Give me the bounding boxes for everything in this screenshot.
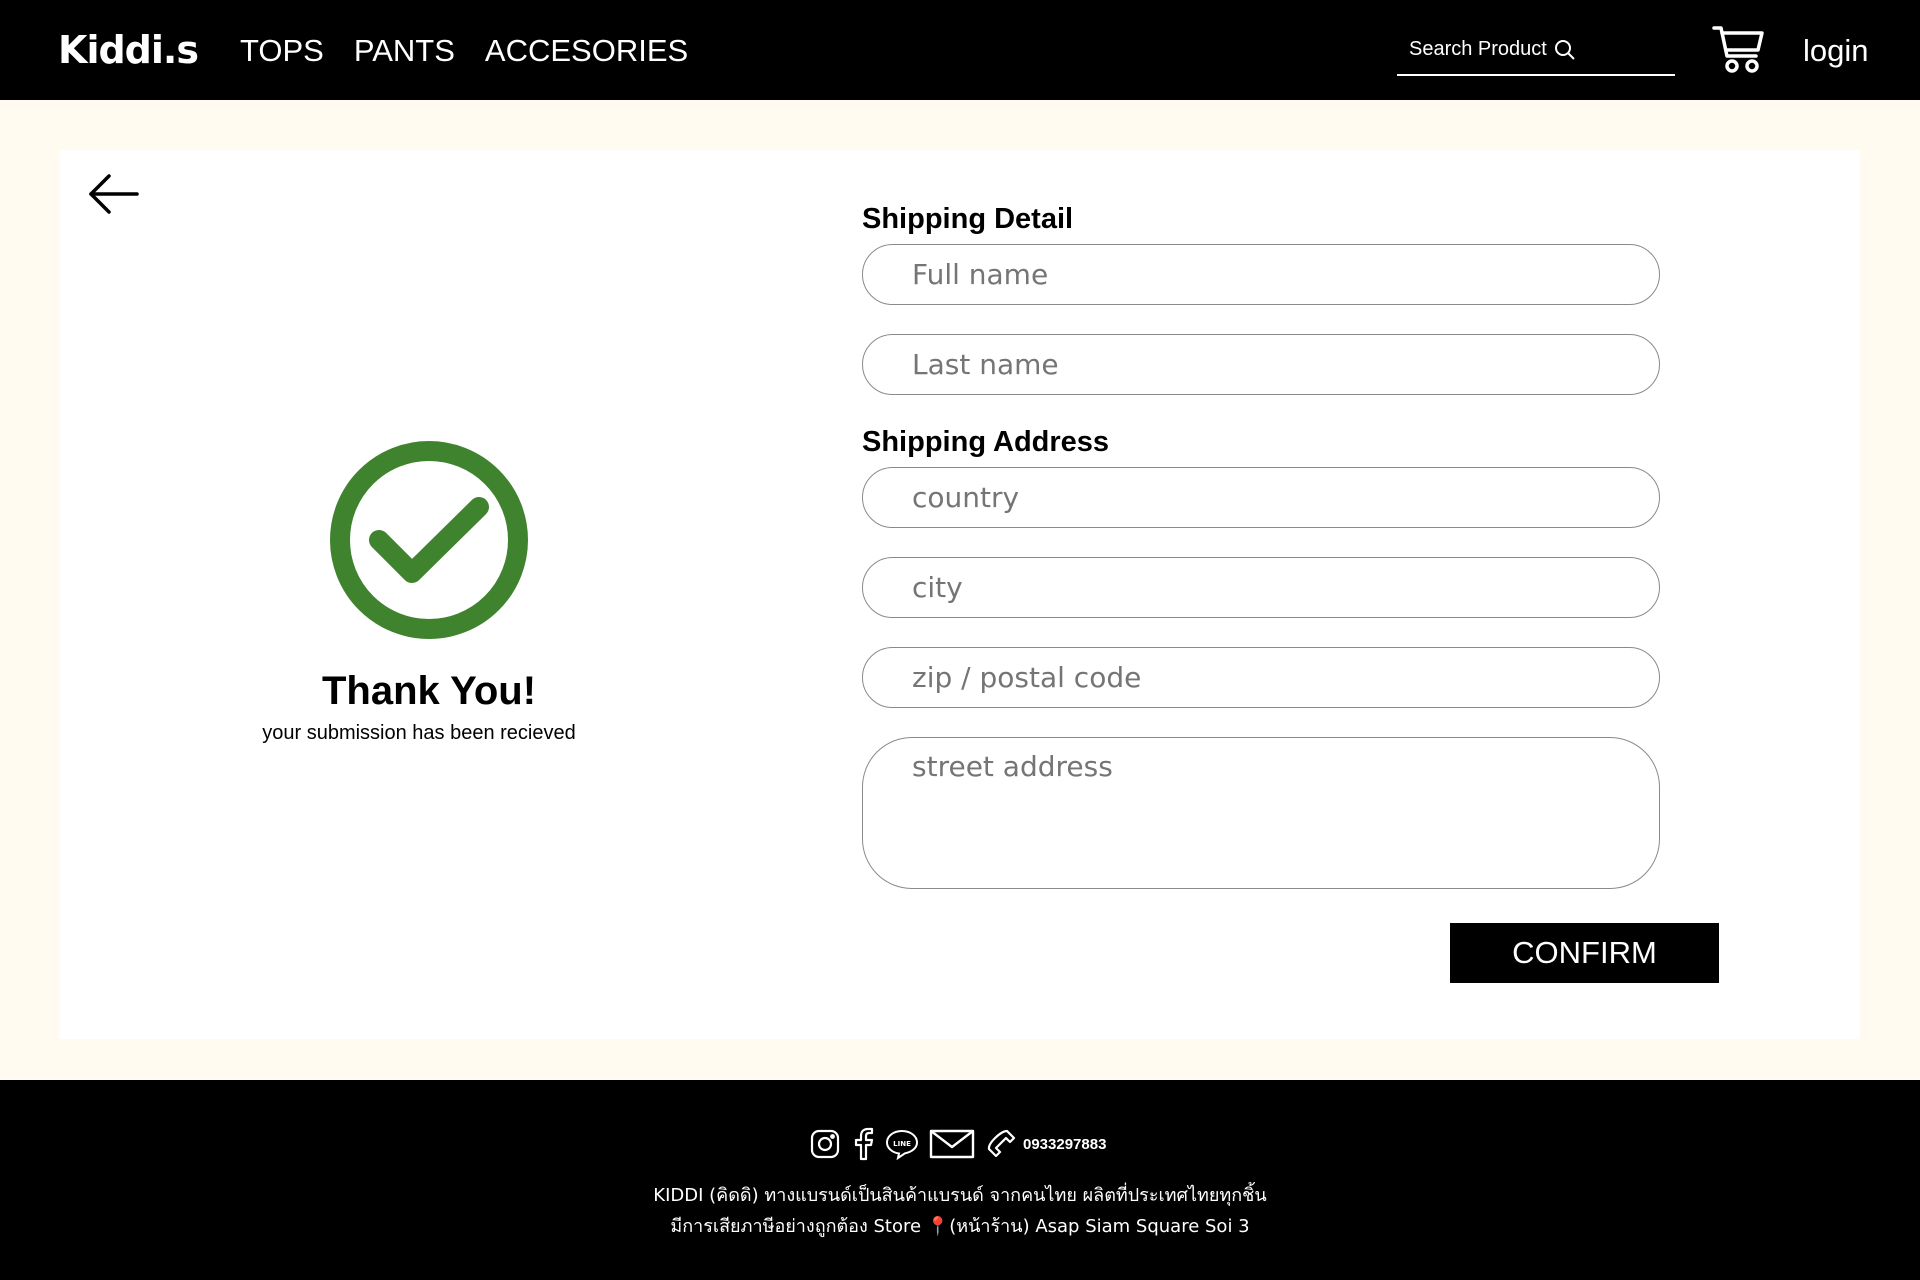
nav-item-pants[interactable]: PANTS [354,33,455,69]
last-name-field[interactable] [862,334,1660,395]
search-input[interactable] [1397,34,1552,61]
main-nav: TOPS PANTS ACCESORIES [240,33,688,69]
city-field[interactable] [862,557,1660,618]
search-bar [1397,34,1675,76]
instagram-icon[interactable] [809,1128,841,1160]
shipping-form: Shipping Detail Shipping Address [862,202,1660,889]
footer-line-2: มีการเสียภาษีอย่างถูกต้อง Store 📍(หน้าร้… [670,1216,1250,1237]
top-nav-bar: Kiddi.s TOPS PANTS ACCESORIES login [0,0,1920,100]
shopping-cart-icon[interactable] [1712,24,1766,79]
brand-logo[interactable]: Kiddi.s [58,28,199,72]
shipping-address-heading: Shipping Address [862,426,1110,458]
nav-item-accesories[interactable]: ACCESORIES [485,33,688,69]
submission-message: your submission has been recieved [262,722,576,744]
mail-icon[interactable] [929,1129,975,1159]
zip-code-field[interactable] [862,647,1660,708]
social-links: LINE 0933297883 [809,1127,1106,1161]
street-address-field[interactable] [862,737,1660,889]
checkmark-circle-icon [199,440,659,640]
shipping-detail-heading: Shipping Detail [862,203,1074,235]
country-field[interactable] [862,467,1660,528]
back-arrow-icon[interactable] [87,172,141,221]
footer-description: KIDDI (คิดดิ) ทางแบรนด์เป็นสินค้าแบรนด์ … [0,1180,1920,1242]
phone-icon[interactable] [985,1128,1017,1160]
footer: LINE 0933297883 KIDDI (คิดดิ) ทางแบรนด์เ… [0,1080,1920,1280]
thank-you-heading: Thank You! [321,669,537,713]
login-link[interactable]: login [1803,33,1869,69]
line-icon[interactable]: LINE [885,1128,919,1160]
footer-line-1: KIDDI (คิดดิ) ทางแบรนด์เป็นสินค้าแบรนด์ … [653,1185,1267,1206]
checkout-card: Thank You! your submission has been reci… [59,150,1860,1039]
full-name-field[interactable] [862,244,1660,305]
facebook-icon[interactable] [851,1127,875,1161]
search-icon[interactable] [1554,39,1576,66]
svg-text:LINE: LINE [893,1140,911,1148]
confirm-button[interactable]: CONFIRM [1450,923,1719,983]
phone-number[interactable]: 0933297883 [1023,1136,1106,1153]
nav-item-tops[interactable]: TOPS [240,33,324,69]
confirmation-panel: Thank You! your submission has been reci… [199,440,659,745]
